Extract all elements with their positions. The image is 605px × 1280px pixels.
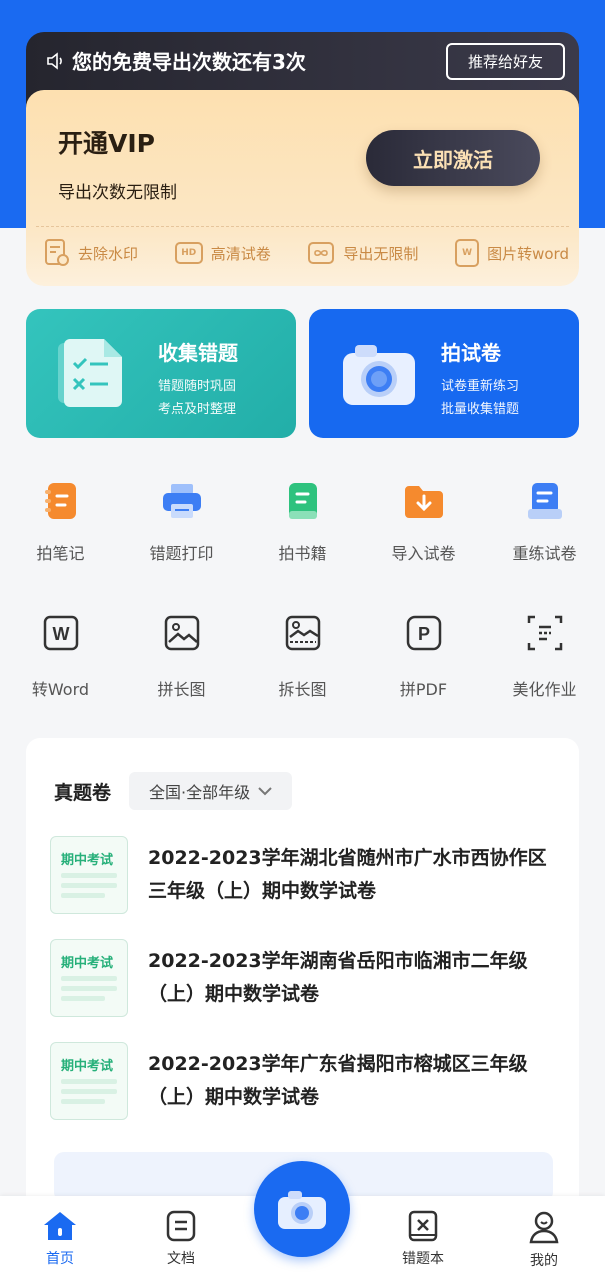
nav-home[interactable]: 首页	[20, 1210, 100, 1268]
exam-thumb-tag: 期中考试	[61, 853, 114, 868]
split-image-icon	[285, 615, 320, 651]
tool-split-image[interactable]: 拆长图	[242, 612, 363, 700]
tool-retake-paper[interactable]: 重练试卷	[484, 480, 605, 564]
camera-fab-button[interactable]	[254, 1161, 350, 1257]
tool-label: 拍笔记	[36, 544, 85, 563]
photo-exam-card[interactable]: 拍试卷 试卷重新练习 批量收集错题	[309, 309, 579, 438]
vip-title: 开通VIP	[58, 129, 155, 158]
exam-panel-header: 真题卷 全国·全部年级	[54, 772, 293, 810]
tool-print-mistakes[interactable]: 错题打印	[121, 480, 242, 564]
region-grade-filter[interactable]: 全国·全部年级	[129, 772, 293, 810]
vip-feature-label: 去除水印	[78, 244, 139, 263]
mistake-book-icon	[408, 1210, 438, 1242]
watermark-remove-icon	[45, 239, 69, 266]
chevron-down-icon	[258, 787, 272, 796]
exam-list-item[interactable]: 期中考试 2022-2023学年湖南省岳阳市临湘市二年级（上）期中数学试卷	[50, 939, 555, 1017]
nav-label: 我的	[530, 1253, 558, 1269]
vip-subtitle: 导出次数无限制	[58, 183, 177, 203]
exam-section-title: 真题卷	[54, 781, 112, 804]
mistake-collection-icon	[58, 339, 122, 407]
tool-label: 拍书籍	[278, 544, 327, 563]
nav-documents[interactable]: 文档	[141, 1210, 221, 1268]
exam-thumbnail: 期中考试	[50, 1042, 128, 1120]
exam-thumbnail: 期中考试	[50, 939, 128, 1017]
word-doc-icon: W	[455, 239, 480, 267]
recommend-to-friend-button[interactable]: 推荐给好友	[445, 43, 565, 80]
tool-scan-book[interactable]: 拍书籍	[242, 480, 363, 564]
tool-stitch-image[interactable]: 拼长图	[121, 612, 242, 700]
home-icon	[44, 1212, 76, 1240]
region-grade-filter-value: 全国·全部年级	[149, 783, 251, 802]
vip-feature-label: 导出无限制	[343, 244, 419, 263]
vip-feature-unlimited: 导出无限制	[307, 238, 418, 268]
nav-label: 错题本	[402, 1251, 444, 1267]
vip-feature-watermark: 去除水印	[44, 238, 138, 268]
exam-list-item[interactable]: 期中考试 2022-2023学年湖北省随州市广水市西协作区三年级（上）期中数学试…	[50, 836, 555, 914]
nav-label: 首页	[46, 1251, 74, 1267]
collect-mistakes-card[interactable]: 收集错题 错题随时巩固 考点及时整理	[26, 309, 296, 438]
nav-mistake-book[interactable]: 错题本	[383, 1210, 463, 1268]
document-icon	[166, 1210, 196, 1242]
vip-feature-label: 高清试卷	[210, 244, 271, 263]
tool-take-notes[interactable]: 拍笔记	[0, 480, 121, 564]
card-title: 收集错题	[158, 341, 238, 365]
exam-list-item[interactable]: 期中考试 2022-2023学年广东省揭阳市榕城区三年级（上）期中数学试卷	[50, 1042, 555, 1120]
tools-row-primary: 拍笔记 错题打印 拍书籍 导入试卷 重练试卷	[0, 480, 605, 564]
vip-feature-label: 图片转word	[487, 244, 569, 263]
hd-icon: HD	[174, 242, 203, 264]
nav-profile[interactable]: 我的	[504, 1210, 584, 1270]
profile-icon	[529, 1211, 559, 1244]
tool-label: 美化作业	[512, 680, 577, 699]
card-desc-line2: 考点及时整理	[158, 402, 237, 417]
exam-title: 2022-2023学年广东省揭阳市榕城区三年级（上）期中数学试卷	[148, 1053, 528, 1108]
tool-label: 导入试卷	[391, 544, 456, 563]
card-desc-line2: 批量收集错题	[441, 402, 520, 417]
tool-beautify-homework[interactable]: 美化作业	[484, 612, 605, 700]
book-icon	[288, 483, 317, 519]
card-desc-line1: 错题随时巩固	[158, 379, 237, 394]
exam-thumb-tag: 期中考试	[61, 956, 114, 971]
camera-icon	[343, 345, 415, 405]
vip-feature-list: 去除水印 HD 高清试卷 导出无限制 W 图片转word	[44, 238, 569, 268]
tool-merge-pdf[interactable]: P 拼PDF	[363, 612, 484, 700]
printer-icon	[162, 484, 201, 518]
stitch-image-icon	[164, 615, 199, 651]
pdf-glyph: P	[417, 624, 429, 644]
tool-label: 错题打印	[149, 544, 214, 563]
exam-title: 2022-2023学年湖北省随州市广水市西协作区三年级（上）期中数学试卷	[148, 847, 547, 902]
tools-row-secondary: W 转Word 拼长图 拆长图 P 拼PDF 美化作业	[0, 612, 605, 700]
notebook-icon	[44, 483, 76, 519]
word-convert-icon: W	[43, 615, 78, 651]
vip-card[interactable]: 开通VIP 导出次数无限制 立即激活 去除水印 HD 高清试卷 导出无限制 W …	[26, 90, 579, 286]
word-glyph: W	[52, 624, 69, 644]
vip-feature-hd: HD 高清试卷	[174, 238, 271, 268]
tool-label: 拆长图	[278, 680, 327, 699]
exam-thumb-tag: 期中考试	[61, 1059, 114, 1074]
beautify-homework-icon	[527, 615, 562, 651]
pdf-merge-icon: P	[406, 615, 441, 651]
infinity-export-icon	[308, 242, 335, 264]
vip-banner: 您的免费导出次数还有3次 推荐给好友 开通VIP 导出次数无限制 立即激活 去除…	[26, 32, 579, 286]
exam-thumbnail: 期中考试	[50, 836, 128, 914]
retake-paper-icon	[527, 483, 562, 519]
free-export-count-text: 您的免费导出次数还有3次	[72, 50, 306, 74]
vip-divider	[36, 226, 569, 227]
import-folder-icon	[404, 486, 443, 518]
activate-vip-button[interactable]: 立即激活	[366, 130, 540, 186]
tool-label: 重练试卷	[512, 544, 577, 563]
nav-label: 文档	[167, 1251, 195, 1267]
exam-title: 2022-2023学年湖南省岳阳市临湘市二年级（上）期中数学试卷	[148, 950, 528, 1005]
tool-import-paper[interactable]: 导入试卷	[363, 480, 484, 564]
tool-convert-word[interactable]: W 转Word	[0, 612, 121, 700]
card-title: 拍试卷	[441, 341, 501, 365]
tool-label: 拼长图	[157, 680, 206, 699]
vip-feature-word: W 图片转word	[455, 238, 569, 268]
card-desc-line1: 试卷重新练习	[441, 379, 520, 394]
speaker-icon	[47, 51, 62, 70]
tool-label: 拼PDF	[399, 680, 448, 699]
camera-fab-icon	[278, 1191, 326, 1229]
tool-label: 转Word	[31, 680, 90, 699]
